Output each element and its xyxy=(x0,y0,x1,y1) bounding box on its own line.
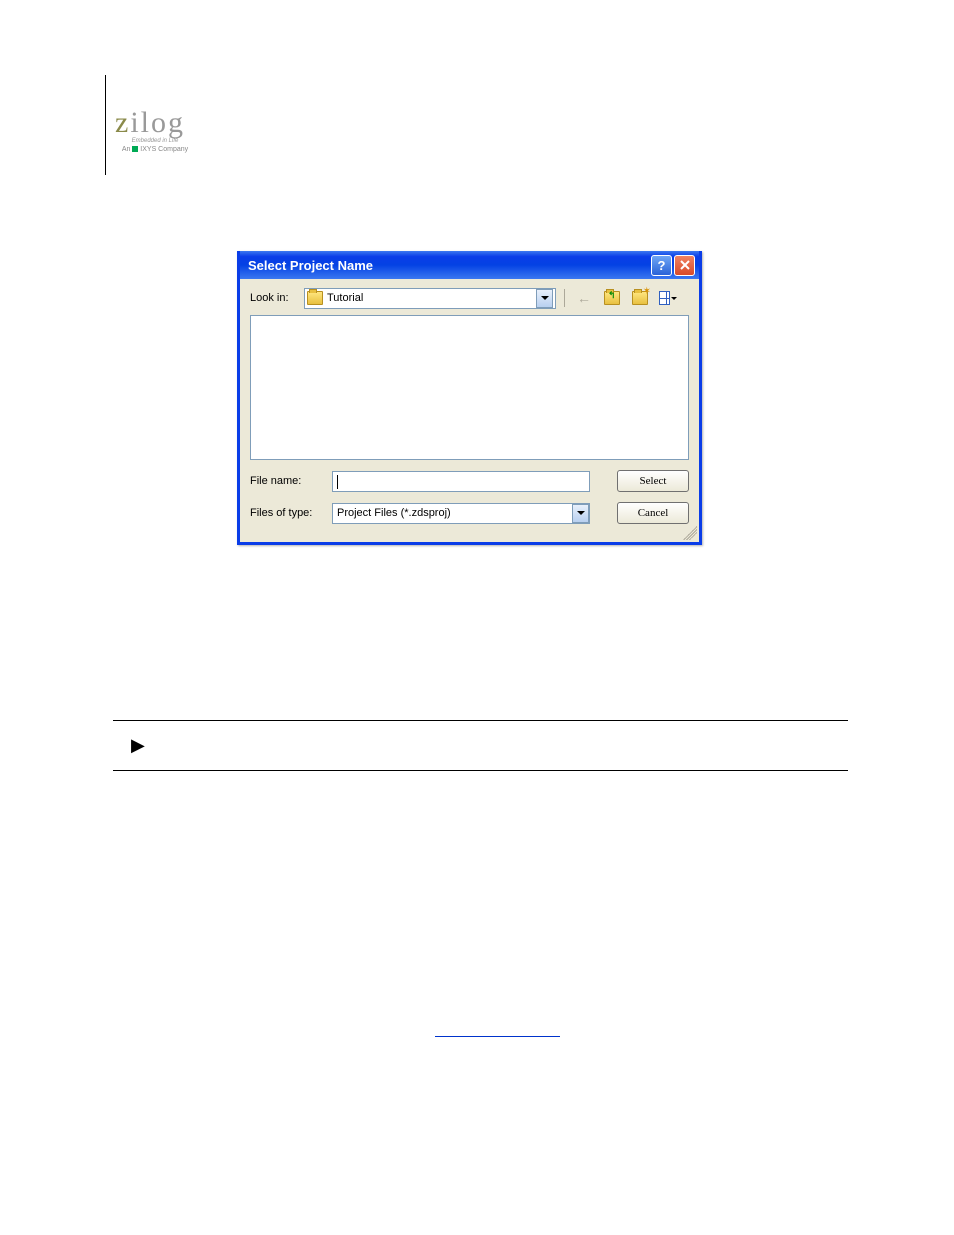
logo-wordmark: zilog xyxy=(115,108,195,138)
filename-label: File name: xyxy=(250,475,322,487)
select-button[interactable]: Select xyxy=(617,470,689,492)
select-project-dialog: Select Project Name ? Look in: Tutorial … xyxy=(237,251,702,545)
filetype-select[interactable]: Project Files (*.zdsproj) xyxy=(332,503,590,524)
lookin-dropdown-icon[interactable] xyxy=(536,289,553,308)
lookin-label: Look in: xyxy=(250,292,298,304)
new-folder-icon xyxy=(632,291,648,305)
divider-content: ▶ xyxy=(113,721,848,770)
filetype-dropdown-icon[interactable] xyxy=(572,504,589,523)
resize-grip[interactable] xyxy=(683,526,697,540)
filetype-row: Files of type: Project Files (*.zdsproj)… xyxy=(250,502,689,524)
views-icon xyxy=(659,290,677,306)
filename-input[interactable] xyxy=(332,471,590,492)
back-arrow-icon: ← xyxy=(577,290,591,306)
views-menu-button[interactable] xyxy=(657,287,679,309)
dialog-bottom: File name: Select Files of type: Project… xyxy=(240,460,699,534)
dialog-title: Select Project Name xyxy=(248,258,649,273)
filetype-label: Files of type: xyxy=(250,507,322,519)
new-folder-button[interactable] xyxy=(629,287,651,309)
cancel-button[interactable]: Cancel xyxy=(617,502,689,524)
zilog-logo: zilog Embedded in Life An IXYS Company xyxy=(115,108,195,153)
link-underline xyxy=(435,1036,560,1037)
back-button[interactable]: ← xyxy=(573,287,595,309)
close-icon xyxy=(680,260,690,270)
divider-bottom xyxy=(113,770,848,771)
help-button[interactable]: ? xyxy=(651,255,672,276)
file-list-area[interactable] xyxy=(250,315,689,460)
up-one-level-button[interactable] xyxy=(601,287,623,309)
filename-row: File name: Select xyxy=(250,470,689,492)
lookin-select[interactable]: Tutorial xyxy=(304,288,556,309)
page-left-rule xyxy=(105,75,107,175)
up-folder-icon xyxy=(604,291,620,305)
dialog-titlebar[interactable]: Select Project Name ? xyxy=(240,251,699,279)
lookin-row: Look in: Tutorial ← xyxy=(240,279,699,315)
toolbar-separator xyxy=(564,289,565,307)
text-cursor xyxy=(337,475,338,489)
divider-block: ▶ xyxy=(113,720,848,771)
filetype-value: Project Files (*.zdsproj) xyxy=(337,507,572,519)
logo-ixys-line: An IXYS Company xyxy=(115,146,195,153)
folder-icon xyxy=(307,291,323,305)
triangle-right-icon: ▶ xyxy=(131,735,145,756)
lookin-value: Tutorial xyxy=(327,292,532,304)
close-button[interactable] xyxy=(674,255,695,276)
